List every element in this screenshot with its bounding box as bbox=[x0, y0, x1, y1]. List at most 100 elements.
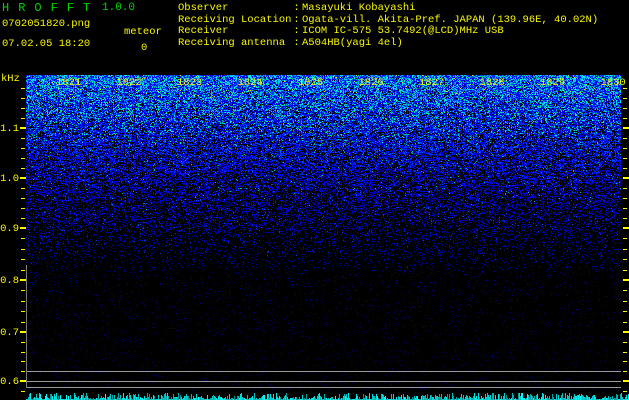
minor-tick bbox=[21, 138, 25, 139]
info-label: Receiving antenna bbox=[178, 36, 286, 49]
freq-tick-label: 1.0 bbox=[0, 173, 19, 185]
info-value: Ogata-vill. Akita-Pref. JAPAN (139.96E, … bbox=[302, 13, 599, 26]
time-label: 1823 bbox=[177, 77, 203, 89]
info-colon: : bbox=[293, 25, 300, 37]
time-label: 1826 bbox=[358, 77, 384, 89]
time-label: 1830 bbox=[600, 77, 626, 89]
minor-tick bbox=[623, 341, 627, 343]
minor-tick bbox=[623, 158, 627, 159]
minor-tick bbox=[21, 341, 25, 343]
minor-tick bbox=[21, 371, 25, 373]
minor-tick bbox=[21, 218, 25, 219]
info-row-observer: Observer: Masayuki Kobayashi bbox=[178, 2, 598, 14]
minor-tick bbox=[21, 321, 25, 323]
major-tick bbox=[623, 127, 629, 129]
major-tick bbox=[20, 127, 26, 129]
minor-tick bbox=[623, 290, 627, 292]
minor-tick bbox=[623, 371, 627, 373]
freq-tick-label: 0.8 bbox=[0, 275, 19, 287]
major-tick bbox=[623, 227, 629, 229]
minor-tick bbox=[623, 148, 627, 149]
info-row-antenna: Receiving antenna: A504HB(yagi 4el) bbox=[178, 37, 598, 49]
freq-tick-label: 1.1 bbox=[0, 123, 19, 135]
app-version: 1.0.0 bbox=[102, 2, 136, 14]
info-label: Receiver bbox=[178, 25, 229, 37]
power-trace-canvas bbox=[26, 392, 629, 400]
output-filename: 0702051820.png bbox=[2, 18, 91, 30]
app-title: HROFFT bbox=[2, 1, 100, 15]
time-label: 1824 bbox=[237, 77, 263, 89]
minor-tick bbox=[623, 361, 627, 363]
minor-tick bbox=[623, 198, 627, 199]
freq-axis-unit: kHz bbox=[1, 73, 20, 85]
minor-tick bbox=[623, 108, 627, 109]
info-row-location: Receiving Location: Ogata-vill. Akita-Pre… bbox=[178, 14, 598, 26]
minor-tick bbox=[21, 311, 25, 313]
minor-tick bbox=[623, 138, 627, 139]
time-label: 1821 bbox=[56, 77, 82, 89]
time-label: 1829 bbox=[540, 77, 566, 89]
info-colon: : bbox=[293, 2, 300, 14]
minor-tick bbox=[21, 248, 25, 250]
minor-tick bbox=[21, 300, 25, 302]
minor-tick bbox=[21, 238, 25, 240]
spectrogram-canvas bbox=[26, 75, 621, 391]
major-tick bbox=[623, 380, 629, 382]
info-label: Observer bbox=[178, 2, 229, 14]
info-value: ICOM IC-575 53.7492(@LCD)MHz USB bbox=[302, 25, 504, 37]
minor-tick bbox=[21, 351, 25, 353]
minor-tick bbox=[623, 238, 627, 240]
minor-tick bbox=[21, 391, 25, 392]
observation-mode-label: meteor bbox=[124, 26, 162, 38]
minor-tick bbox=[21, 118, 25, 119]
info-colon: : bbox=[293, 13, 300, 26]
freq-tick-label: 0.9 bbox=[0, 223, 19, 235]
time-label: 1827 bbox=[419, 77, 445, 89]
plot-left-border bbox=[26, 265, 27, 388]
minor-tick bbox=[623, 259, 627, 261]
minor-tick bbox=[21, 269, 25, 271]
minor-tick bbox=[21, 208, 25, 209]
minor-tick bbox=[623, 351, 627, 353]
minor-tick bbox=[21, 290, 25, 292]
minor-tick bbox=[623, 118, 627, 119]
horizontal-gridline bbox=[26, 381, 621, 382]
minor-tick bbox=[21, 158, 25, 159]
minor-tick bbox=[623, 321, 627, 323]
horizontal-gridline bbox=[26, 387, 621, 388]
major-tick bbox=[20, 177, 26, 179]
info-colon: : bbox=[293, 36, 300, 49]
minor-tick bbox=[623, 98, 627, 99]
freq-tick-label: 0.7 bbox=[0, 327, 19, 339]
major-tick bbox=[623, 331, 629, 333]
minor-tick bbox=[623, 218, 627, 219]
info-value: Masayuki Kobayashi bbox=[302, 2, 416, 14]
major-tick bbox=[20, 227, 26, 229]
hrofft-window: HROFFT 1.0.0 0702051820.png meteor 07.02… bbox=[0, 0, 629, 400]
minor-tick bbox=[21, 108, 25, 109]
minor-tick bbox=[21, 168, 25, 169]
time-label: 1822 bbox=[116, 77, 142, 89]
time-label: 1828 bbox=[479, 77, 505, 89]
time-label: 1825 bbox=[298, 77, 324, 89]
minor-tick bbox=[21, 148, 25, 149]
minor-tick bbox=[21, 259, 25, 261]
minor-tick bbox=[21, 88, 25, 89]
minor-tick bbox=[21, 361, 25, 363]
minor-tick bbox=[623, 300, 627, 302]
minor-tick bbox=[623, 188, 627, 189]
station-info-table: Observer: Masayuki Kobayashi Receiving Lo… bbox=[178, 2, 598, 49]
observation-datetime: 07.02.05 18:20 bbox=[2, 38, 91, 50]
horizontal-gridline bbox=[26, 371, 621, 372]
minor-tick bbox=[21, 98, 25, 99]
minor-tick bbox=[623, 248, 627, 250]
minor-tick bbox=[21, 188, 25, 189]
freq-tick-label: 0.6 bbox=[0, 376, 19, 388]
info-value: A504HB(yagi 4el) bbox=[302, 36, 403, 49]
info-label: Receiving Location bbox=[178, 13, 292, 26]
meteor-count: 0 bbox=[141, 42, 148, 54]
minor-tick bbox=[623, 269, 627, 271]
major-tick bbox=[623, 177, 629, 179]
minor-tick bbox=[623, 311, 627, 313]
minor-tick bbox=[623, 168, 627, 169]
